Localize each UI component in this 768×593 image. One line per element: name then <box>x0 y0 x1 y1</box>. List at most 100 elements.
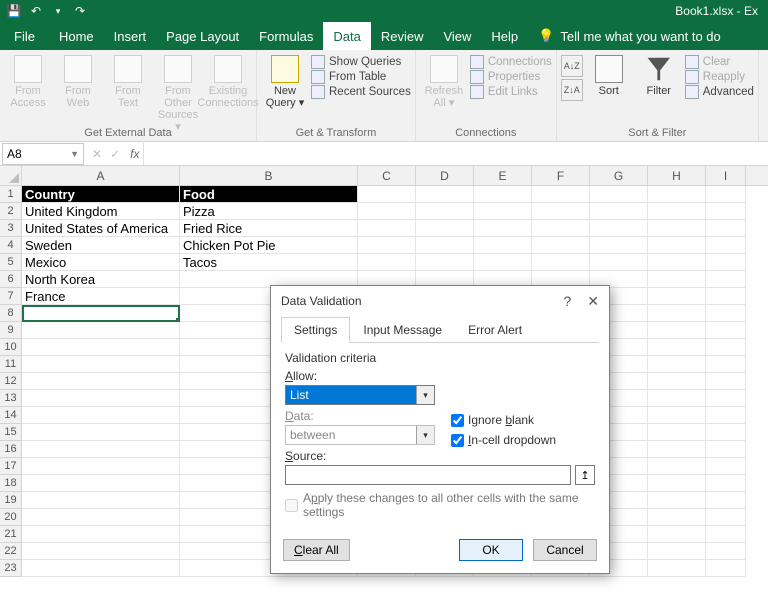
cell-e3[interactable] <box>474 220 532 237</box>
properties-button[interactable]: Properties <box>470 70 552 84</box>
row-header[interactable]: 4 <box>0 237 22 254</box>
row-header[interactable]: 3 <box>0 220 22 237</box>
cell-i17[interactable] <box>706 458 746 475</box>
tab-formulas[interactable]: Formulas <box>249 22 323 50</box>
cell-h20[interactable] <box>648 509 706 526</box>
cell-d4[interactable] <box>416 237 474 254</box>
cell-i14[interactable] <box>706 407 746 424</box>
chevron-down-icon[interactable]: ▼ <box>70 149 79 159</box>
cell-h17[interactable] <box>648 458 706 475</box>
cell-i15[interactable] <box>706 424 746 441</box>
chevron-down-icon[interactable]: ▾ <box>416 386 434 404</box>
cell-i22[interactable] <box>706 543 746 560</box>
row-header[interactable]: 9 <box>0 322 22 339</box>
cell-f3[interactable] <box>532 220 590 237</box>
cell-a14[interactable] <box>22 407 180 424</box>
sort-za-button[interactable]: Z↓A <box>561 79 583 101</box>
save-icon[interactable]: 💾 <box>6 3 22 19</box>
cell-a5[interactable]: Mexico <box>22 254 180 271</box>
col-header-g[interactable]: G <box>590 166 648 185</box>
cell-a11[interactable] <box>22 356 180 373</box>
row-header[interactable]: 5 <box>0 254 22 271</box>
cell-i6[interactable] <box>706 271 746 288</box>
cell-f5[interactable] <box>532 254 590 271</box>
connections-button[interactable]: Connections <box>470 55 552 69</box>
cell-c2[interactable] <box>358 203 416 220</box>
from-access-button[interactable]: From Access <box>4 53 52 109</box>
name-box[interactable]: A8 ▼ <box>2 143 84 165</box>
cell-h16[interactable] <box>648 441 706 458</box>
edit-links-button[interactable]: Edit Links <box>470 85 552 99</box>
row-header[interactable]: 17 <box>0 458 22 475</box>
cell-c3[interactable] <box>358 220 416 237</box>
from-text-button[interactable]: From Text <box>104 53 152 109</box>
cell-h13[interactable] <box>648 390 706 407</box>
help-icon[interactable]: ? <box>563 293 571 310</box>
cell-g5[interactable] <box>590 254 648 271</box>
cell-c5[interactable] <box>358 254 416 271</box>
cell-a1[interactable]: Country <box>22 186 180 203</box>
cell-a22[interactable] <box>22 543 180 560</box>
redo-icon[interactable]: ↷ <box>72 3 88 19</box>
reapply-button[interactable]: Reapply <box>685 70 754 84</box>
cell-a8[interactable] <box>22 305 180 322</box>
col-header-f[interactable]: F <box>532 166 590 185</box>
row-header[interactable]: 19 <box>0 492 22 509</box>
cell-i20[interactable] <box>706 509 746 526</box>
cell-a20[interactable] <box>22 509 180 526</box>
cell-h14[interactable] <box>648 407 706 424</box>
tab-input-message[interactable]: Input Message <box>350 317 455 343</box>
cell-c1[interactable] <box>358 186 416 203</box>
cell-i9[interactable] <box>706 322 746 339</box>
cancel-formula-icon[interactable]: ✕ <box>92 147 102 161</box>
cell-a19[interactable] <box>22 492 180 509</box>
sort-az-button[interactable]: A↓Z <box>561 55 583 77</box>
recent-sources-button[interactable]: Recent Sources <box>311 85 411 99</box>
fx-icon[interactable]: fx <box>126 147 143 161</box>
cell-a12[interactable] <box>22 373 180 390</box>
qat-dropdown-icon[interactable]: ▾ <box>50 3 66 19</box>
row-header[interactable]: 7 <box>0 288 22 305</box>
cell-d2[interactable] <box>416 203 474 220</box>
cell-c4[interactable] <box>358 237 416 254</box>
row-header[interactable]: 12 <box>0 373 22 390</box>
cell-h5[interactable] <box>648 254 706 271</box>
cell-h19[interactable] <box>648 492 706 509</box>
cancel-button[interactable]: Cancel <box>533 539 597 561</box>
in-cell-input[interactable] <box>451 434 464 447</box>
cell-i3[interactable] <box>706 220 746 237</box>
cell-i12[interactable] <box>706 373 746 390</box>
row-header[interactable]: 11 <box>0 356 22 373</box>
cell-e5[interactable] <box>474 254 532 271</box>
cell-e2[interactable] <box>474 203 532 220</box>
tab-view[interactable]: View <box>433 22 481 50</box>
cell-g3[interactable] <box>590 220 648 237</box>
tab-insert[interactable]: Insert <box>104 22 157 50</box>
cell-a13[interactable] <box>22 390 180 407</box>
close-icon[interactable]: ✕ <box>587 293 599 310</box>
row-header[interactable]: 23 <box>0 560 22 577</box>
cell-a17[interactable] <box>22 458 180 475</box>
filter-button[interactable]: Filter <box>635 53 683 97</box>
cell-h21[interactable] <box>648 526 706 543</box>
tab-home[interactable]: Home <box>49 22 104 50</box>
cell-b1[interactable]: Food <box>180 186 358 203</box>
dialog-titlebar[interactable]: Data Validation ? ✕ <box>271 286 609 316</box>
cell-i23[interactable] <box>706 560 746 577</box>
show-queries-button[interactable]: Show Queries <box>311 55 411 69</box>
cell-h6[interactable] <box>648 271 706 288</box>
row-header[interactable]: 15 <box>0 424 22 441</box>
cell-h22[interactable] <box>648 543 706 560</box>
cell-h23[interactable] <box>648 560 706 577</box>
ignore-blank-input[interactable] <box>451 414 464 427</box>
col-header-c[interactable]: C <box>358 166 416 185</box>
cell-g1[interactable] <box>590 186 648 203</box>
in-cell-dropdown-checkbox[interactable]: In-cell dropdown <box>451 433 556 447</box>
select-all-corner[interactable] <box>0 166 22 185</box>
existing-connections-button[interactable]: Existing Connections <box>204 53 252 109</box>
clear-button[interactable]: Clear <box>685 55 754 69</box>
cell-a7[interactable]: France <box>22 288 180 305</box>
from-other-sources-button[interactable]: From Other Sources ▾ <box>154 53 202 133</box>
col-header-h[interactable]: H <box>648 166 706 185</box>
cell-a3[interactable]: United States of America <box>22 220 180 237</box>
